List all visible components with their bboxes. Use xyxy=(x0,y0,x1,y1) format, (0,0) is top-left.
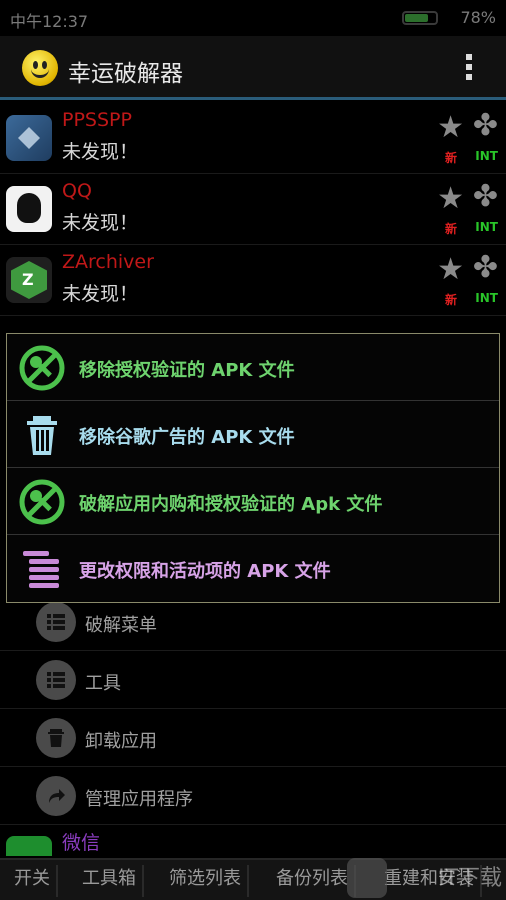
tag-int: INT xyxy=(475,220,498,234)
app-name: ZArchiver xyxy=(62,251,154,273)
menu-item-label: 卸载应用 xyxy=(85,731,157,752)
star-icon[interactable]: ★ xyxy=(437,255,464,285)
watermark: IT下载 xyxy=(438,866,502,891)
menu-item-uninstall[interactable]: 卸载应用 xyxy=(0,709,506,767)
trash-icon xyxy=(36,718,76,758)
popup-item-remove-ads[interactable]: 移除谷歌广告的 APK 文件 xyxy=(7,401,499,468)
tag-new: 新 xyxy=(444,222,457,236)
battery-icon xyxy=(402,11,438,25)
no-key-icon xyxy=(19,479,65,525)
context-menu: 破解菜单 工具 卸载应用 管理应用程序 xyxy=(0,593,506,825)
tab-toolbox[interactable]: 工具箱 xyxy=(76,865,144,897)
menu-item-manage-apps[interactable]: 管理应用程序 xyxy=(0,767,506,825)
battery-fill xyxy=(405,14,429,22)
popup-item-label: 移除授权验证的 APK 文件 xyxy=(79,360,295,381)
app-name: PPSSPP xyxy=(62,109,132,131)
menu-item-label: 破解菜单 xyxy=(85,615,157,636)
tab-filter-list[interactable]: 筛选列表 xyxy=(163,865,249,897)
popup-item-crack-iap-license[interactable]: 破解应用内购和授权验证的 Apk 文件 xyxy=(7,468,499,535)
list-icon xyxy=(36,660,76,700)
qq-penguin-app-icon xyxy=(6,186,52,232)
app-list-item[interactable]: ZArchiver 未发现！ ★ ✤ 新 INT xyxy=(0,245,506,316)
wechat-app-icon xyxy=(6,836,52,856)
clover-icon[interactable]: ✤ xyxy=(473,253,498,283)
clover-icon[interactable]: ✤ xyxy=(473,182,498,212)
tab-backup-list[interactable]: 备份列表 xyxy=(270,865,356,897)
app-list-item[interactable]: PPSSPP 未发现！ ★ ✤ 新 INT xyxy=(0,103,506,174)
app-list: PPSSPP 未发现！ ★ ✤ 新 INT QQ 未发现！ ★ ✤ 新 INT … xyxy=(0,103,506,316)
app-list-item[interactable]: 微信 xyxy=(0,826,506,856)
menu-item-tools[interactable]: 工具 xyxy=(0,651,506,709)
star-icon[interactable]: ★ xyxy=(437,184,464,214)
app-list-item[interactable]: QQ 未发现！ ★ ✤ 新 INT xyxy=(0,174,506,245)
star-icon[interactable]: ★ xyxy=(437,113,464,143)
tag-new: 新 xyxy=(444,293,457,307)
app-bar: 幸运破解器 xyxy=(0,36,506,100)
permissions-list-icon xyxy=(19,546,65,592)
no-key-icon xyxy=(19,345,65,391)
tag-new: 新 xyxy=(444,151,457,165)
app-name: 微信 xyxy=(62,832,101,854)
list-icon xyxy=(36,602,76,642)
app-title: 幸运破解器 xyxy=(68,61,183,87)
status-time: 中午12:37 xyxy=(10,12,89,31)
battery-percent: 78% xyxy=(460,8,496,27)
app-status: 未发现！ xyxy=(62,212,139,234)
overflow-menu-icon[interactable] xyxy=(466,54,472,84)
bottom-tab-bar: 开关 工具箱 筛选列表 备份列表 重建和安装 xyxy=(0,858,506,900)
tag-int: INT xyxy=(475,291,498,305)
popup-item-label: 破解应用内购和授权验证的 Apk 文件 xyxy=(79,494,383,515)
smiley-logo-icon xyxy=(22,50,58,86)
menu-item-label: 工具 xyxy=(85,673,121,694)
app-status: 未发现！ xyxy=(62,283,139,305)
app-name: QQ xyxy=(62,180,92,202)
tab-switch[interactable]: 开关 xyxy=(8,865,58,897)
watermark-logo-icon xyxy=(347,858,387,898)
status-bar: 中午12:37 78% xyxy=(0,0,506,36)
ppsspp-app-icon xyxy=(6,115,52,161)
popup-item-label: 更改权限和活动项的 APK 文件 xyxy=(79,561,331,582)
tag-int: INT xyxy=(475,149,498,163)
clover-icon[interactable]: ✤ xyxy=(473,111,498,141)
popup-item-label: 移除谷歌广告的 APK 文件 xyxy=(79,427,295,448)
apk-action-popup: 移除授权验证的 APK 文件 移除谷歌广告的 APK 文件 破解应用内购和授权验… xyxy=(6,333,500,603)
popup-item-change-permissions[interactable]: 更改权限和活动项的 APK 文件 xyxy=(7,535,499,602)
share-arrow-icon xyxy=(36,776,76,816)
app-status: 未发现！ xyxy=(62,141,139,163)
trash-icon xyxy=(19,412,65,458)
zarchiver-app-icon xyxy=(6,257,52,303)
popup-item-remove-license[interactable]: 移除授权验证的 APK 文件 xyxy=(7,334,499,401)
menu-item-label: 管理应用程序 xyxy=(85,789,193,810)
